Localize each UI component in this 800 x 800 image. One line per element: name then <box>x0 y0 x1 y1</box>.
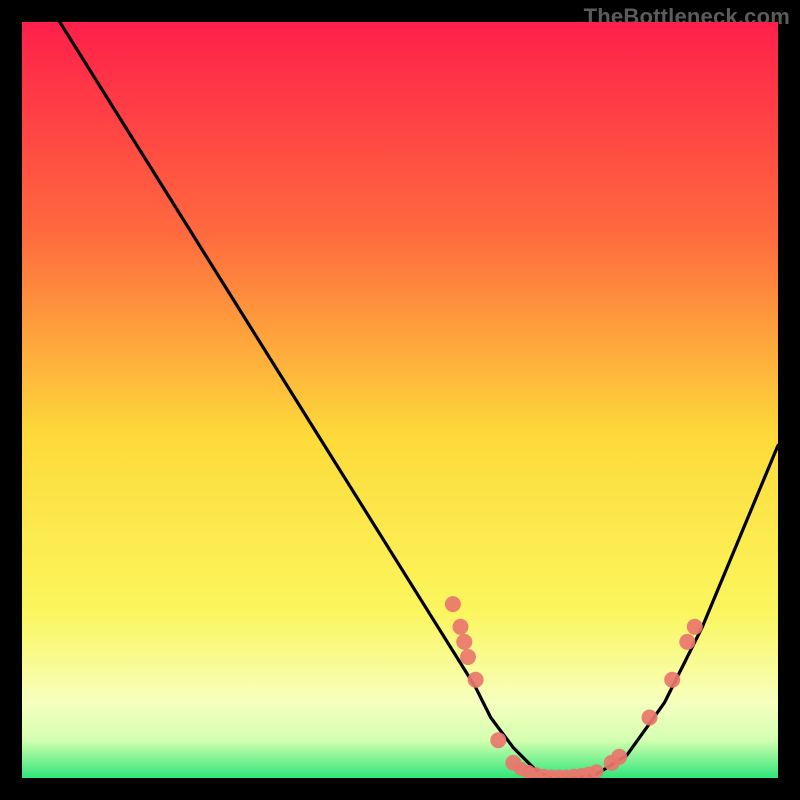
curve-marker <box>642 710 658 726</box>
curve-marker <box>664 672 680 688</box>
curve-marker <box>460 649 476 665</box>
curve-marker <box>490 732 506 748</box>
curve-marker <box>590 764 604 778</box>
curve-marker <box>456 634 472 650</box>
curve-marker <box>687 619 703 635</box>
curve-marker <box>611 749 627 765</box>
gradient-background <box>22 22 778 778</box>
curve-marker <box>679 634 695 650</box>
curve-marker <box>445 596 461 612</box>
curve-marker <box>468 672 484 688</box>
chart-frame <box>22 22 778 778</box>
bottleneck-chart <box>22 22 778 778</box>
curve-marker <box>453 619 469 635</box>
